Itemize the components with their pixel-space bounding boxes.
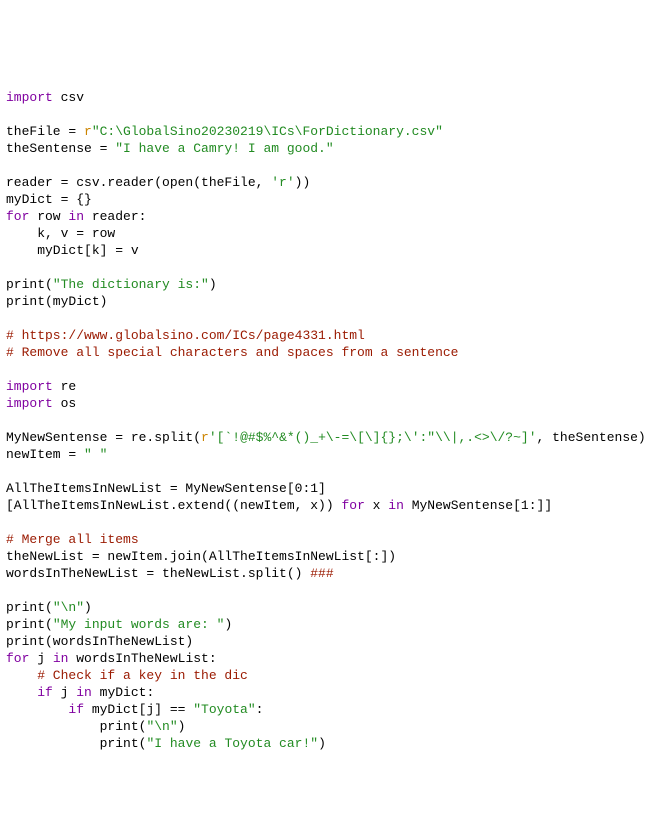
text: print( <box>6 719 146 734</box>
line: AllTheItemsInNewList = MyNewSentense[0:1… <box>6 481 326 496</box>
line: for row in reader: <box>6 209 146 224</box>
text: reader = csv.reader(open(theFile, <box>6 175 271 190</box>
line: import re <box>6 379 76 394</box>
text: : <box>256 702 264 717</box>
line: reader = csv.reader(open(theFile, 'r')) <box>6 175 310 190</box>
comment: # Check if a key in the dic <box>6 668 248 683</box>
line: theFile = r"C:\GlobalSino20230219\ICs\Fo… <box>6 124 443 139</box>
mod-csv: csv <box>53 90 84 105</box>
kw-for: for <box>341 498 364 513</box>
line: myDict = {} <box>6 192 92 207</box>
text: newItem = <box>6 447 84 462</box>
text: ) <box>178 719 186 734</box>
string: "I have a Camry! I am good." <box>115 141 333 156</box>
line: theSentense = "I have a Camry! I am good… <box>6 141 334 156</box>
comment-url: # https://www.globalsino.com/ICs/page433… <box>6 328 365 343</box>
line: print("I have a Toyota car!") <box>6 736 326 751</box>
line: for j in wordsInTheNewList: <box>6 651 217 666</box>
string: '[`!@#$%^&*()_+\-=\[\]{};\':"\\|,.<>\/?~… <box>209 430 537 445</box>
line: k, v = row <box>6 226 115 241</box>
kw-import: import <box>6 90 53 105</box>
kw-if: if <box>68 702 84 717</box>
string: "C:\GlobalSino20230219\ICs\ForDictionary… <box>92 124 443 139</box>
raw-prefix: r <box>84 124 92 139</box>
text: myDict: <box>92 685 154 700</box>
text: theFile = <box>6 124 84 139</box>
text: row <box>29 209 68 224</box>
kw-in: in <box>388 498 404 513</box>
mod-os: os <box>53 396 76 411</box>
line: print("\n") <box>6 600 92 615</box>
kw-in: in <box>76 685 92 700</box>
line: print(myDict) <box>6 294 107 309</box>
line: MyNewSentense = re.split(r'[`!@#$%^&*()_… <box>6 430 646 445</box>
text: , theSentense) <box>537 430 646 445</box>
text: ) <box>318 736 326 751</box>
text: ) <box>84 600 92 615</box>
string: "\n" <box>146 719 177 734</box>
text: ) <box>224 617 232 632</box>
text: [AllTheItemsInNewList.extend((newItem, x… <box>6 498 341 513</box>
text: MyNewSentense = re.split( <box>6 430 201 445</box>
text: wordsInTheNewList = theNewList.split() <box>6 566 310 581</box>
raw-prefix: r <box>201 430 209 445</box>
kw-for: for <box>6 651 29 666</box>
line: [AllTheItemsInNewList.extend((newItem, x… <box>6 498 552 513</box>
string: "My input words are: " <box>53 617 225 632</box>
comment: # Merge all items <box>6 532 139 547</box>
string: "I have a Toyota car!" <box>146 736 318 751</box>
text: print( <box>6 736 146 751</box>
text: ) <box>209 277 217 292</box>
line: # Check if a key in the dic <box>6 668 248 683</box>
kw-if: if <box>37 685 53 700</box>
mod-re: re <box>53 379 76 394</box>
text: j <box>53 685 76 700</box>
text: x <box>365 498 388 513</box>
line: print("\n") <box>6 719 185 734</box>
line: myDict[k] = v <box>6 243 139 258</box>
code-block: import csv theFile = r"C:\GlobalSino2023… <box>6 72 649 752</box>
indent <box>6 685 37 700</box>
string: "The dictionary is:" <box>53 277 209 292</box>
line: newItem = " " <box>6 447 107 462</box>
text: reader: <box>84 209 146 224</box>
line: if j in myDict: <box>6 685 154 700</box>
text: theSentense = <box>6 141 115 156</box>
kw-in: in <box>68 209 84 224</box>
text: j <box>29 651 52 666</box>
text: wordsInTheNewList: <box>68 651 216 666</box>
line: wordsInTheNewList = theNewList.split() #… <box>6 566 334 581</box>
line: print("My input words are: ") <box>6 617 232 632</box>
indent <box>6 702 68 717</box>
kw-import: import <box>6 396 53 411</box>
line: theNewList = newItem.join(AllTheItemsInN… <box>6 549 396 564</box>
line: if myDict[j] == "Toyota": <box>6 702 263 717</box>
line: import os <box>6 396 76 411</box>
string: "\n" <box>53 600 84 615</box>
comment-hash: ### <box>310 566 333 581</box>
kw-import: import <box>6 379 53 394</box>
string: " " <box>84 447 107 462</box>
text: myDict[j] == <box>84 702 193 717</box>
kw-in: in <box>53 651 69 666</box>
text: print( <box>6 600 53 615</box>
line: print("The dictionary is:") <box>6 277 217 292</box>
kw-for: for <box>6 209 29 224</box>
text: )) <box>295 175 311 190</box>
comment: # Remove all special characters and spac… <box>6 345 458 360</box>
text: print( <box>6 617 53 632</box>
text: print( <box>6 277 53 292</box>
text: MyNewSentense[1:]] <box>404 498 552 513</box>
string: "Toyota" <box>193 702 255 717</box>
string: 'r' <box>271 175 294 190</box>
line: import csv <box>6 90 84 105</box>
line: print(wordsInTheNewList) <box>6 634 193 649</box>
